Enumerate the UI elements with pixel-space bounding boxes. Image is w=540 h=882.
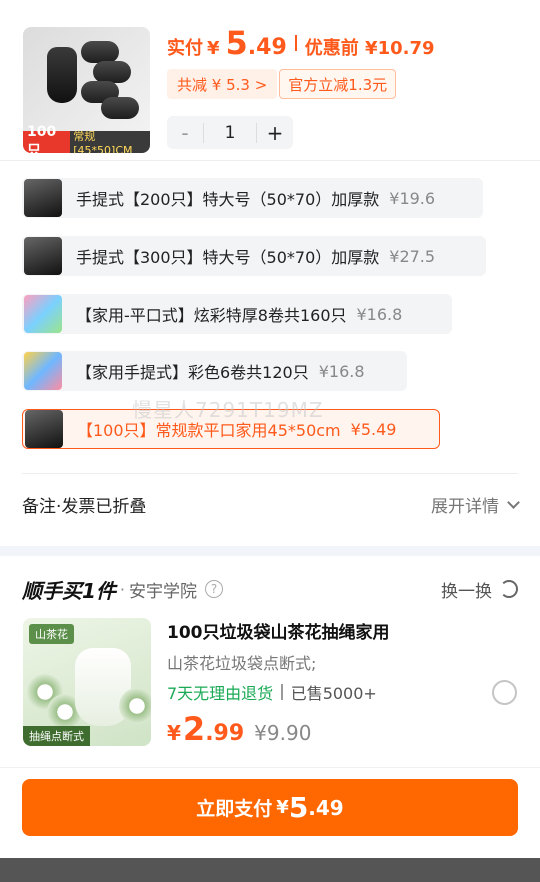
refresh-icon [500,580,518,598]
sku-option[interactable]: 【家用-平口式】炫彩特厚8卷共160只 ¥16.8 [22,294,452,334]
recommend-product-name[interactable]: 100只垃圾袋山茶花抽绳家用 [167,618,390,643]
recommend-image-badge: 山茶花 [29,624,74,644]
pay-amount-dec: .49 [247,35,287,60]
sku-option-image [24,179,62,217]
tag-separator [281,684,283,700]
recommend-dot: · [119,579,126,599]
recommend-price-currency: ¥ [167,721,181,745]
recommend-price-dec: .99 [205,721,245,746]
pay-now-button[interactable]: 立即支付 ¥ 5 .49 [22,779,518,836]
sku-option-name: 手提式【300只】特大号（50*70）加厚款 [76,248,380,267]
expand-details-button[interactable]: 展开详情 [431,492,520,517]
product-summary: 100只 常规[45*50]CM 实付 ¥ 5 .49 优惠前 ¥10.79 共… [0,0,540,160]
sku-option[interactable]: 手提式【200只】特大号（50*70）加厚款 ¥19.6 [22,178,483,218]
sku-option-price: ¥5.49 [350,419,397,439]
sku-option-price: ¥16.8 [318,361,365,381]
sku-option-name: 【家用手提式】彩色6卷共120只 [76,363,309,382]
recommend-tags: 7天无理由退货 已售5000+ [167,680,377,704]
sku-option-image [24,237,62,275]
decrease-button[interactable]: - [167,121,203,145]
pay-label: 实付 [167,38,203,59]
swap-label: 换一换 [441,581,492,602]
remark-label: 备注·发票已折叠 [22,497,147,517]
help-icon[interactable]: ? [205,580,224,598]
sku-option-image [25,410,63,448]
pay-now-currency: ¥ [276,797,289,818]
recommend-product-image[interactable]: 山茶花 抽绳点断式 [23,618,151,746]
sku-option[interactable]: 手提式【300只】特大号（50*70）加厚款 ¥27.5 [22,236,486,276]
recommend-price-int: 2 [182,710,206,748]
return-policy-tag: 7天无理由退货 [167,684,274,703]
sku-option-price: ¥27.5 [389,246,436,266]
official-discount-badge: 官方立减1.3元 [279,69,397,99]
price-before-discount: 优惠前 ¥10.79 [304,38,435,59]
recommend-source: 安宇学院 [129,581,198,602]
thumbnail-qty: 100只 [23,124,71,153]
recommend-price: ¥ 2 .99 ¥9.90 [167,710,311,748]
recommend-original-price: ¥9.90 [254,721,312,745]
quantity-value[interactable]: 1 [203,122,257,143]
recommend-title: 顺手买1件 [22,578,116,603]
section-separator [0,546,540,556]
pay-amount-int: 5 [225,24,248,62]
chevron-down-icon [507,495,520,509]
divider [0,160,540,161]
sku-option-price: ¥19.6 [389,188,436,208]
recommend-select-radio[interactable] [492,680,517,705]
pay-now-int: 5 [288,791,309,824]
system-nav-bar [0,858,540,882]
divider [0,767,540,768]
increase-button[interactable]: + [257,121,293,145]
sku-option-name: 手提式【200只】特大号（50*70）加厚款 [76,190,380,209]
sold-count-tag: 已售5000+ [290,684,377,703]
discount-total-button[interactable]: 共减 ¥ 5.3 > [167,69,278,99]
thumbnail-tag: 100只 常规[45*50]CM [23,124,150,153]
remark-row[interactable]: 备注·发票已折叠 展开详情 [22,473,520,535]
recommend-image-tag: 抽绳点断式 [23,726,90,746]
discount-row: 共减 ¥ 5.3 > 官方立减1.3元 [167,69,397,99]
watermark: 慢星人7291T19MZ [132,398,324,422]
sku-option[interactable]: 【家用手提式】彩色6卷共120只 ¥16.8 [22,351,407,391]
sku-option-image [24,295,62,333]
sku-option-name: 【家用-平口式】炫彩特厚8卷共160只 [76,306,347,325]
sku-option-price: ¥16.8 [356,304,403,324]
recommend-product-desc: 山茶花垃圾袋点断式; [167,654,317,673]
thumbnail-spec: 常规[45*50]CM [70,130,150,153]
pay-now-dec: .49 [308,795,344,820]
swap-button[interactable]: 换一换 [441,577,518,602]
quantity-stepper: - 1 + [167,116,293,149]
price-separator [294,35,297,51]
product-thumbnail[interactable]: 100只 常规[45*50]CM [23,27,150,153]
pay-now-label: 立即支付 [196,798,273,820]
sku-option-image [24,352,62,390]
recommend-header: 顺手买1件 · 安宇学院 ? 换一换 [22,572,518,606]
expand-details-label: 展开详情 [431,497,499,517]
pay-currency: ¥ [207,38,220,59]
pay-price-line: 实付 ¥ 5 .49 优惠前 ¥10.79 [167,24,435,62]
trash-bag-image [41,35,141,125]
